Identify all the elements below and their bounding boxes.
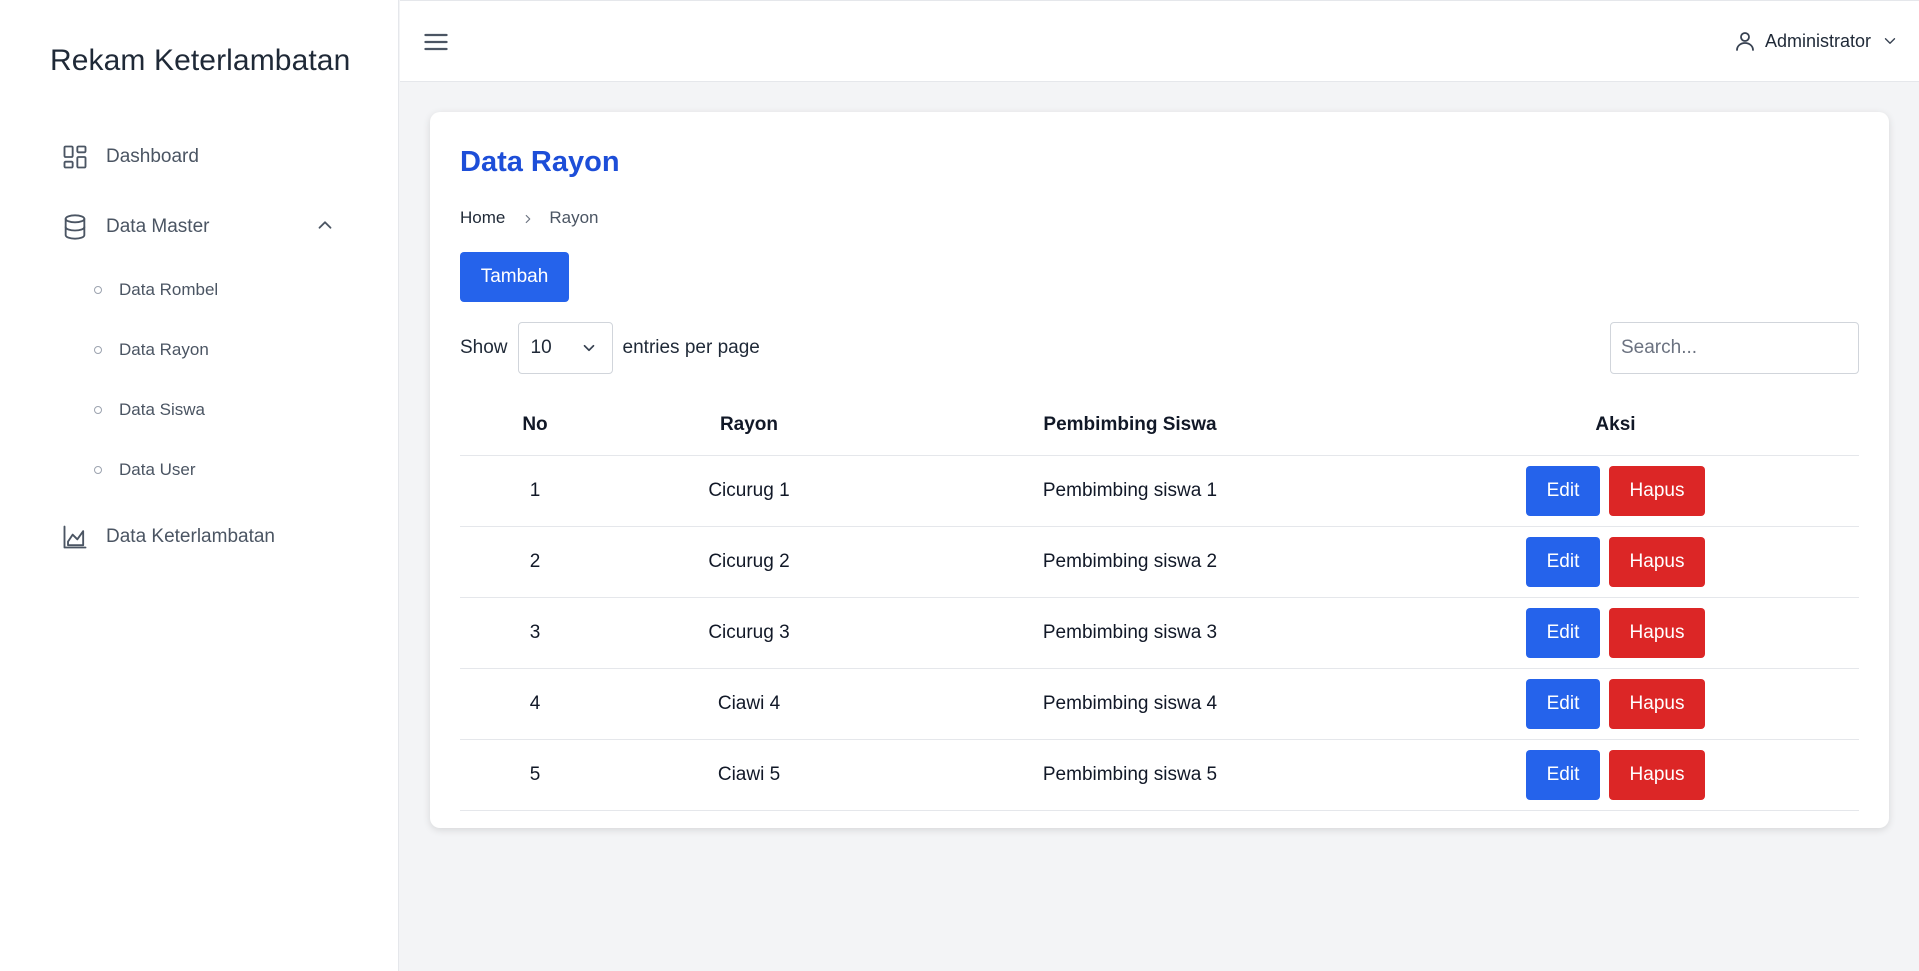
database-icon [60, 212, 90, 242]
brand-title: Rekam Keterlambatan [50, 44, 351, 77]
sidebar-item-data-master[interactable]: Data Master [60, 210, 209, 244]
cell-rayon: Cicurug 2 [610, 526, 888, 598]
sidebar-subitem-data-siswa[interactable]: Data Siswa [94, 397, 205, 423]
cell-aksi: Edit Hapus [1372, 668, 1859, 740]
edit-button[interactable]: Edit [1526, 536, 1600, 587]
cell-pembimbing: Pembimbing siswa 1 [888, 455, 1372, 527]
cell-aksi: Edit Hapus [1372, 455, 1859, 527]
table-row: 1 Cicurug 1 Pembimbing siswa 1 Edit Hapu… [460, 455, 1859, 527]
add-button[interactable]: Tambah [460, 252, 569, 302]
content-card: Data Rayon Home Rayon Tambah Show 10 ent… [430, 112, 1889, 828]
chevron-right-icon [521, 211, 535, 225]
delete-button[interactable]: Hapus [1609, 607, 1705, 658]
cell-pembimbing: Pembimbing siswa 4 [888, 668, 1372, 740]
cell-rayon: Cicurug 3 [610, 597, 888, 669]
sidebar-subitem-label: Data Rayon [119, 340, 209, 359]
delete-button[interactable]: Hapus [1609, 678, 1705, 729]
user-icon [1736, 32, 1754, 51]
table-row: 4 Ciawi 4 Pembimbing siswa 4 Edit Hapus [460, 668, 1859, 740]
cell-pembimbing: Pembimbing siswa 3 [888, 597, 1372, 669]
cell-pembimbing: Pembimbing siswa 5 [888, 739, 1372, 811]
header-rayon: Rayon [610, 384, 888, 456]
sidebar-subitem-label: Data Rombel [119, 280, 219, 299]
rayon-table: No Rayon Pembimbing Siswa Aksi 1 Cicurug… [460, 384, 1859, 811]
table-row: 2 Cicurug 2 Pembimbing siswa 2 Edit Hapu… [460, 526, 1859, 598]
breadcrumb-home[interactable]: Home [460, 208, 505, 228]
user-menu[interactable]: Administrator [1733, 29, 1899, 53]
sidebar-subitem-label: Data User [119, 460, 196, 479]
edit-button[interactable]: Edit [1526, 678, 1600, 729]
cell-aksi: Edit Hapus [1372, 597, 1859, 669]
entries-value: 10 [530, 337, 552, 358]
delete-button[interactable]: Hapus [1609, 465, 1705, 516]
cell-pembimbing: Pembimbing siswa 2 [888, 526, 1372, 598]
sidebar-item-label: Data Master [106, 216, 210, 237]
sidebar-subitem-data-rombel[interactable]: Data Rombel [94, 277, 218, 303]
menu-toggle-icon[interactable] [422, 28, 450, 56]
cell-no: 3 [460, 597, 610, 669]
delete-button[interactable]: Hapus [1609, 536, 1705, 587]
cell-no: 4 [460, 668, 610, 740]
edit-button[interactable]: Edit [1526, 465, 1600, 516]
cell-no: 2 [460, 526, 610, 598]
sidebar-item-dashboard[interactable]: Dashboard [60, 140, 199, 174]
bullet-icon [94, 466, 102, 474]
sidebar-subitem-label: Data Siswa [119, 400, 205, 419]
search-input[interactable] [1610, 322, 1859, 374]
user-name: Administrator [1764, 30, 1871, 51]
bullet-icon [94, 286, 102, 294]
sidebar-item-label: Dashboard [106, 146, 199, 167]
chevron-down-icon [583, 344, 594, 352]
chart-area-icon [60, 522, 90, 552]
table-header-row: No Rayon Pembimbing Siswa Aksi [460, 384, 1859, 456]
bullet-icon [94, 346, 102, 354]
show-label: Show [460, 337, 508, 358]
sidebar-item-data-keterlambatan[interactable]: Data Keterlambatan [60, 520, 275, 554]
chevron-up-icon[interactable] [314, 214, 338, 238]
sidebar: Rekam Keterlambatan Dashboard Data Maste… [0, 0, 399, 971]
sidebar-subitem-data-user[interactable]: Data User [94, 457, 196, 483]
table-row: 5 Ciawi 5 Pembimbing siswa 5 Edit Hapus [460, 739, 1859, 811]
chevron-down-icon [1884, 38, 1896, 44]
edit-button[interactable]: Edit [1526, 607, 1600, 658]
header-no: No [460, 384, 610, 456]
breadcrumb: Home Rayon [460, 208, 599, 228]
cell-rayon: Cicurug 1 [610, 455, 888, 527]
entries-select[interactable]: 10 [517, 322, 613, 374]
delete-button[interactable]: Hapus [1609, 749, 1705, 800]
sidebar-subitem-data-rayon[interactable]: Data Rayon [94, 337, 209, 363]
page-title: Data Rayon [460, 146, 620, 178]
breadcrumb-current: Rayon [549, 208, 599, 227]
cell-rayon: Ciawi 4 [610, 668, 888, 740]
cell-rayon: Ciawi 5 [610, 739, 888, 811]
cell-aksi: Edit Hapus [1372, 739, 1859, 811]
topbar: Administrator [400, 0, 1919, 82]
sidebar-item-label: Data Keterlambatan [106, 526, 275, 547]
header-pembimbing: Pembimbing Siswa [888, 384, 1372, 456]
entries-control: Show 10 entries per page [460, 322, 760, 374]
bullet-icon [94, 406, 102, 414]
entries-suffix: entries per page [622, 337, 760, 358]
cell-aksi: Edit Hapus [1372, 526, 1859, 598]
header-aksi: Aksi [1372, 384, 1859, 456]
edit-button[interactable]: Edit [1526, 749, 1600, 800]
table-row: 3 Cicurug 3 Pembimbing siswa 3 Edit Hapu… [460, 597, 1859, 669]
cell-no: 5 [460, 739, 610, 811]
dashboard-grid-icon [60, 142, 90, 172]
cell-no: 1 [460, 455, 610, 527]
